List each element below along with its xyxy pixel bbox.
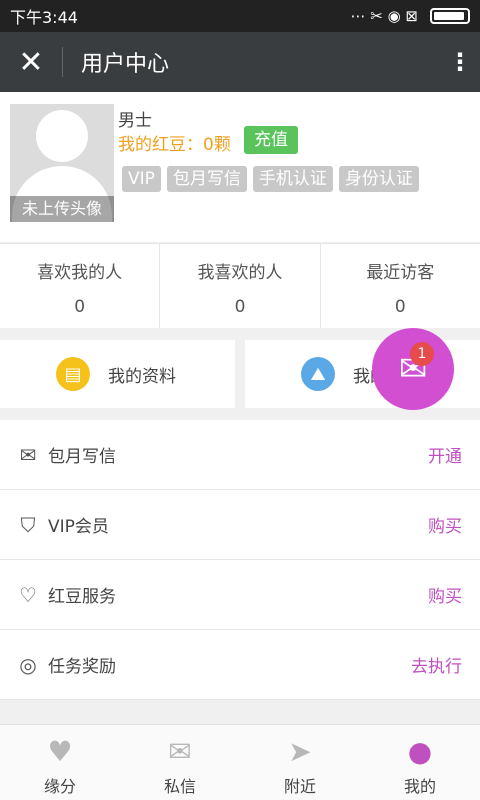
stat-label: 我喜欢的人 bbox=[197, 263, 283, 283]
list-action[interactable]: 去执行 bbox=[411, 652, 462, 677]
recharge-button[interactable]: 充值 bbox=[244, 126, 298, 154]
tag-id-verify[interactable]: 身份认证 bbox=[338, 166, 419, 192]
stat-value: 0 bbox=[74, 297, 86, 317]
stat-label: 喜欢我的人 bbox=[37, 263, 123, 283]
heart-icon: ♥ bbox=[47, 735, 73, 768]
page-title: 用户中心 bbox=[81, 52, 170, 77]
tab-label: 附近 bbox=[283, 777, 316, 796]
stat-recent-visitors[interactable]: 最近访客 0 bbox=[321, 244, 480, 328]
tab-label: 我的 bbox=[403, 777, 436, 796]
stat-value: 0 bbox=[394, 297, 406, 317]
list-action[interactable]: 开通 bbox=[428, 442, 462, 467]
list-item-tasks[interactable]: ◎ 任务奖励 去执行 bbox=[0, 630, 480, 700]
tab-fate[interactable]: ♥ 缘分 bbox=[0, 725, 120, 800]
my-profile-card[interactable]: ▤ 我的资料 bbox=[0, 340, 235, 408]
title-bar: ✕ 用户中心 ⋮ bbox=[0, 32, 480, 92]
list-item-beans[interactable]: ♡ 红豆服务 购买 bbox=[0, 560, 480, 630]
tab-nearby[interactable]: ➤ 附近 bbox=[240, 725, 360, 800]
envelope-icon: ✉ bbox=[168, 735, 192, 768]
stat-i-liked[interactable]: 我喜欢的人 0 bbox=[160, 244, 321, 328]
avatar[interactable]: 未上传头像 bbox=[10, 104, 114, 222]
envelope-icon: ✉ bbox=[19, 442, 37, 467]
signal-icons: ⋯ ✂ ◉ ⊠ bbox=[350, 7, 418, 25]
messages-fab[interactable]: ✉ 1 bbox=[372, 328, 454, 410]
list-label: 包月写信 bbox=[48, 447, 116, 467]
paper-plane-icon: ➤ bbox=[288, 735, 312, 768]
tag-phone-verify[interactable]: 手机认证 bbox=[252, 166, 333, 192]
tag-vip[interactable]: VIP bbox=[122, 166, 161, 192]
stat-label: 最近访客 bbox=[366, 263, 435, 283]
stat-liked-me[interactable]: 喜欢我的人 0 bbox=[0, 244, 161, 328]
beans-count: 我的红豆：0颗 bbox=[118, 135, 231, 155]
tab-bar: ♥ 缘分 ✉ 私信 ➤ 附近 ● 我的 bbox=[0, 724, 480, 800]
tab-label: 缘分 bbox=[43, 777, 76, 796]
list-label: VIP会员 bbox=[48, 517, 109, 537]
card-label: 我的资料 bbox=[108, 366, 176, 387]
tags-row: VIP 包月写信 手机认证 身份认证 bbox=[122, 166, 419, 192]
photo-icon: ⛰ bbox=[301, 357, 335, 391]
close-button[interactable]: ✕ bbox=[0, 32, 62, 92]
list-label: 红豆服务 bbox=[48, 587, 116, 607]
tab-mine[interactable]: ● 我的 bbox=[360, 725, 480, 800]
document-icon: ▤ bbox=[56, 357, 90, 391]
status-time: 下午3:44 bbox=[10, 8, 78, 27]
stat-value: 0 bbox=[234, 297, 246, 317]
tab-label: 私信 bbox=[163, 777, 196, 796]
status-icons: ⋯ ✂ ◉ ⊠ bbox=[350, 7, 470, 25]
service-list: ✉ 包月写信 开通 ⛉ VIP会员 购买 ♡ 红豆服务 购买 ◎ 任务奖励 去执… bbox=[0, 420, 480, 700]
more-menu-button[interactable]: ⋮ bbox=[440, 32, 480, 92]
shield-icon: ⛉ bbox=[20, 512, 36, 537]
status-bar: 下午3:44 ⋯ ✂ ◉ ⊠ bbox=[0, 0, 480, 32]
list-item-vip[interactable]: ⛉ VIP会员 购买 bbox=[0, 490, 480, 560]
gender-label: 男士 bbox=[118, 111, 152, 131]
avatar-label: 未上传头像 bbox=[10, 196, 114, 222]
list-action[interactable]: 购买 bbox=[428, 512, 462, 537]
unread-badge: 1 bbox=[410, 342, 434, 366]
list-action[interactable]: 购买 bbox=[428, 582, 462, 607]
list-label: 任务奖励 bbox=[48, 657, 116, 677]
battery-icon bbox=[430, 8, 470, 24]
tab-messages[interactable]: ✉ 私信 bbox=[120, 725, 240, 800]
stats-row: 喜欢我的人 0 我喜欢的人 0 最近访客 0 bbox=[0, 243, 480, 328]
avatar-head-shape bbox=[36, 110, 88, 162]
tag-monthly-letter[interactable]: 包月写信 bbox=[166, 166, 247, 192]
coins-icon: ◎ bbox=[19, 652, 37, 677]
person-icon: ● bbox=[407, 735, 433, 768]
heart-icon: ♡ bbox=[19, 582, 37, 607]
list-item-monthly-letter[interactable]: ✉ 包月写信 开通 bbox=[0, 420, 480, 490]
profile-section: 未上传头像 男士 我的红豆：0颗 充值 VIP 包月写信 手机认证 身份认证 bbox=[0, 92, 480, 242]
